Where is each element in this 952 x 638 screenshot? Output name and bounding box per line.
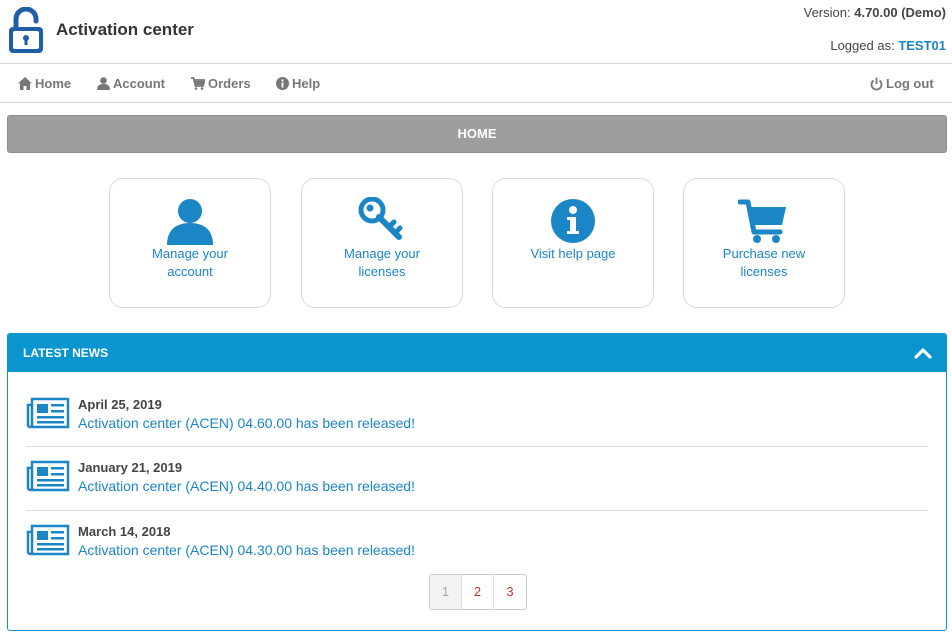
news-panel-title: LATEST NEWS bbox=[23, 346, 109, 360]
pagination: 1 2 3 bbox=[429, 574, 527, 610]
cart-icon bbox=[191, 77, 205, 90]
nav-account-label: Account bbox=[113, 76, 165, 91]
latest-news-panel: LATEST NEWS April 25, 2019 Activation ce… bbox=[7, 333, 947, 631]
tile-label: Visit help page bbox=[530, 246, 616, 261]
logged-username[interactable]: TEST01 bbox=[898, 38, 946, 53]
tile-label: Purchase new licenses bbox=[722, 246, 806, 279]
newspaper-icon bbox=[26, 460, 70, 492]
tile-purchase-licenses[interactable]: Purchase new licenses bbox=[683, 178, 845, 308]
version-value: 4.70.00 (Demo) bbox=[854, 5, 946, 20]
nav-orders-label: Orders bbox=[208, 76, 251, 91]
app-title: Activation center bbox=[56, 20, 194, 39]
nav-help-label: Help bbox=[292, 76, 321, 91]
info-icon bbox=[551, 199, 595, 243]
nav-help[interactable]: Help bbox=[276, 76, 320, 91]
newspaper-icon bbox=[26, 397, 70, 429]
news-title-link[interactable]: Activation center (ACEN) 04.40.00 has be… bbox=[78, 478, 415, 494]
nav-logout-label: Log out bbox=[886, 76, 934, 91]
user-icon bbox=[97, 77, 110, 90]
tile-label: Manage your account bbox=[152, 246, 228, 279]
unlock-logo-icon bbox=[9, 7, 43, 53]
divider bbox=[26, 446, 928, 447]
tile-manage-licenses[interactable]: Manage your licenses bbox=[301, 178, 463, 308]
info-icon bbox=[276, 77, 289, 90]
news-date: April 25, 2019 bbox=[78, 397, 162, 412]
news-title-link[interactable]: Activation center (ACEN) 04.30.00 has be… bbox=[78, 542, 415, 558]
news-item: January 21, 2019 Activation center (ACEN… bbox=[26, 460, 928, 520]
key-icon bbox=[358, 197, 403, 240]
news-date: March 14, 2018 bbox=[78, 524, 171, 539]
page-title-bar: HOME bbox=[7, 115, 947, 153]
tile-manage-account[interactable]: Manage your account bbox=[109, 178, 271, 308]
nav-home-label: Home bbox=[35, 76, 72, 91]
tile-label: Manage your licenses bbox=[344, 246, 420, 279]
logged-user-info: Logged as: TEST01 bbox=[830, 38, 946, 53]
divider bbox=[26, 510, 928, 511]
tile-visit-help[interactable]: Visit help page bbox=[492, 178, 654, 308]
user-icon bbox=[167, 199, 213, 245]
chevron-up-icon[interactable] bbox=[914, 346, 932, 360]
version-info: Version: 4.70.00 (Demo) bbox=[804, 5, 946, 20]
nav-orders[interactable]: Orders bbox=[191, 76, 251, 91]
page-1-button[interactable]: 1 bbox=[430, 575, 462, 609]
nav-account[interactable]: Account bbox=[97, 76, 165, 91]
logged-label: Logged as: bbox=[830, 38, 895, 53]
nav-logout[interactable]: Log out bbox=[870, 76, 934, 91]
page-2-button[interactable]: 2 bbox=[462, 575, 494, 609]
main-nav: Home Account Orders Help Log out bbox=[0, 65, 952, 103]
home-icon bbox=[18, 77, 32, 90]
nav-home[interactable]: Home bbox=[18, 76, 71, 91]
newspaper-icon bbox=[26, 524, 70, 556]
version-label: Version: bbox=[803, 5, 851, 20]
news-date: January 21, 2019 bbox=[78, 460, 183, 475]
power-icon bbox=[870, 77, 883, 90]
header: Activation center Version: 4.70.00 (Demo… bbox=[0, 0, 952, 64]
page-3-button[interactable]: 3 bbox=[494, 575, 526, 609]
cart-icon bbox=[738, 199, 786, 243]
news-panel-header: LATEST NEWS bbox=[8, 334, 946, 372]
news-title-link[interactable]: Activation center (ACEN) 04.60.00 has be… bbox=[78, 415, 415, 431]
news-item: April 25, 2019 Activation center (ACEN) … bbox=[26, 397, 928, 457]
